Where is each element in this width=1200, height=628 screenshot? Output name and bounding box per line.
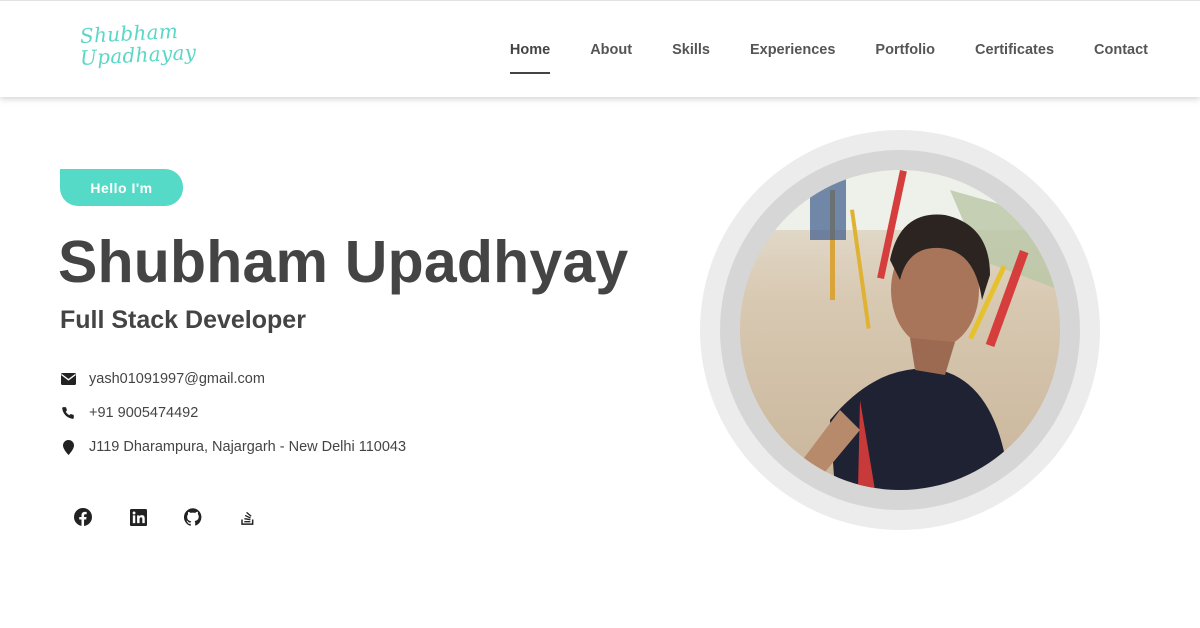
nav-home[interactable]: Home — [509, 1, 551, 98]
github-icon[interactable] — [175, 499, 211, 535]
map-marker-icon — [60, 439, 76, 455]
stackoverflow-icon[interactable] — [230, 499, 266, 535]
nav-portfolio[interactable]: Portfolio — [875, 1, 935, 98]
logo[interactable]: Shubham Upadhayay — [79, 19, 200, 77]
nav-skills[interactable]: Skills — [672, 1, 710, 98]
contact-email: yash01091997@gmail.com — [60, 371, 265, 387]
nav-certificates[interactable]: Certificates — [975, 1, 1054, 98]
main-nav: Home About Skills Experiences Portfolio … — [509, 1, 1148, 98]
site-header: Shubham Upadhayay Home About Skills Expe… — [0, 0, 1200, 97]
social-links — [65, 499, 285, 535]
nav-about[interactable]: About — [590, 1, 632, 98]
hello-badge: Hello I'm — [60, 169, 183, 206]
profile-photo — [740, 170, 1060, 490]
address-text: J119 Dharampura, Najargarh - New Delhi 1… — [89, 439, 407, 455]
hero-name: Shubham Upadhyay — [58, 229, 629, 295]
nav-experiences[interactable]: Experiences — [750, 1, 835, 98]
email-text[interactable]: yash01091997@gmail.com — [89, 371, 265, 387]
nav-contact[interactable]: Contact — [1094, 1, 1148, 98]
phone-text[interactable]: +91 9005474492 — [89, 405, 198, 421]
envelope-icon — [60, 371, 76, 387]
logo-line-2: Upadhayay — [79, 39, 197, 70]
hero-role: Full Stack Developer — [60, 306, 306, 334]
contact-address: J119 Dharampura, Najargarh - New Delhi 1… — [60, 439, 406, 455]
phone-icon — [60, 405, 76, 421]
linkedin-icon[interactable] — [120, 499, 156, 535]
facebook-icon[interactable] — [65, 499, 101, 535]
contact-phone: +91 9005474492 — [60, 405, 198, 421]
